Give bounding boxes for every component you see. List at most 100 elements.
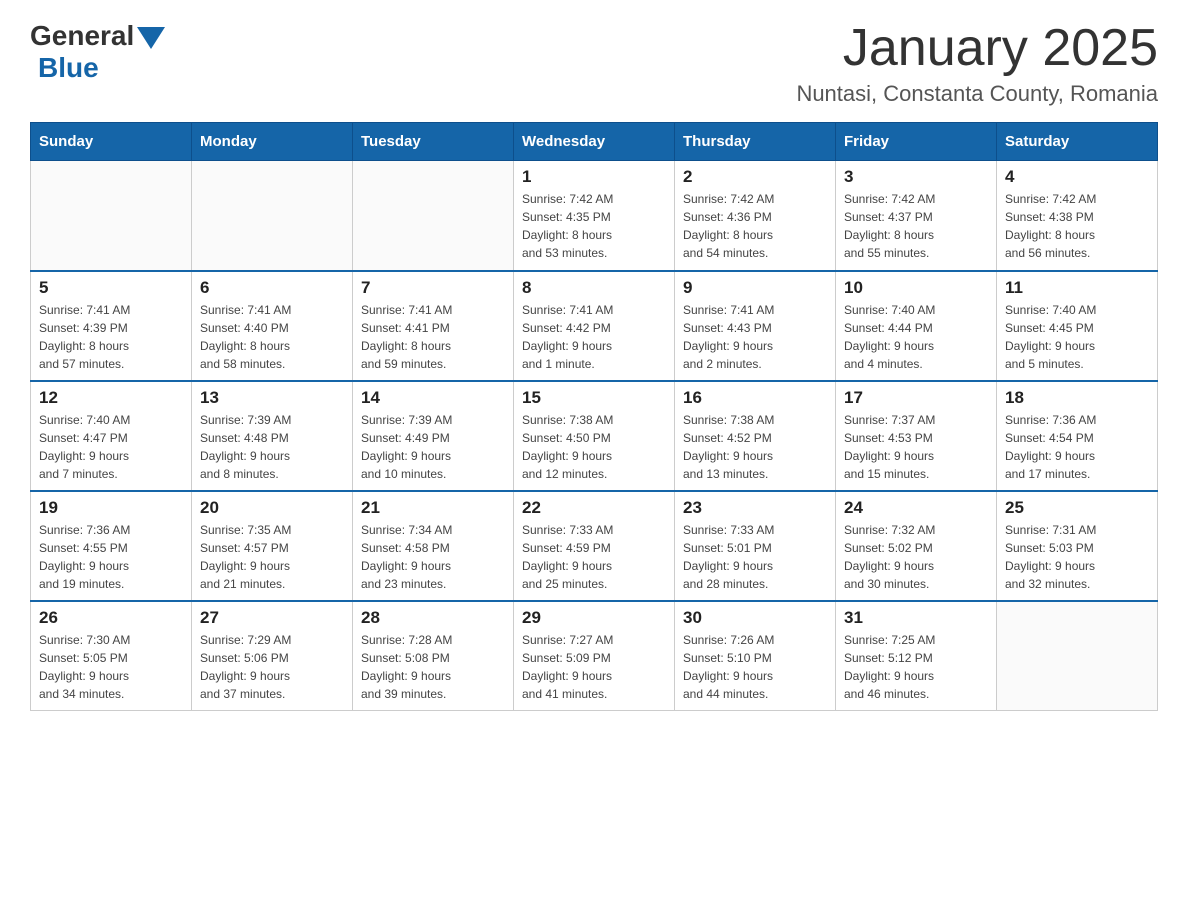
day-number: 31 <box>844 608 988 628</box>
day-number: 19 <box>39 498 183 518</box>
day-info: Sunrise: 7:33 AM Sunset: 4:59 PM Dayligh… <box>522 521 666 593</box>
calendar-cell: 13 Sunrise: 7:39 AM Sunset: 4:48 PM Dayli… <box>192 381 353 491</box>
day-info: Sunrise: 7:30 AM Sunset: 5:05 PM Dayligh… <box>39 631 183 703</box>
day-number: 24 <box>844 498 988 518</box>
logo: General Blue <box>30 20 165 84</box>
calendar-cell: 27 Sunrise: 7:29 AM Sunset: 5:06 PM Dayli… <box>192 601 353 711</box>
day-info: Sunrise: 7:39 AM Sunset: 4:48 PM Dayligh… <box>200 411 344 483</box>
day-info: Sunrise: 7:31 AM Sunset: 5:03 PM Dayligh… <box>1005 521 1149 593</box>
day-number: 10 <box>844 278 988 298</box>
title-section: January 2025 Nuntasi, Constanta County, … <box>796 20 1158 107</box>
day-number: 4 <box>1005 167 1149 187</box>
day-info: Sunrise: 7:42 AM Sunset: 4:36 PM Dayligh… <box>683 190 827 262</box>
day-number: 22 <box>522 498 666 518</box>
day-info: Sunrise: 7:36 AM Sunset: 4:55 PM Dayligh… <box>39 521 183 593</box>
logo-blue-part <box>134 23 165 49</box>
calendar-cell: 9 Sunrise: 7:41 AM Sunset: 4:43 PM Daylig… <box>675 271 836 381</box>
calendar-cell: 22 Sunrise: 7:33 AM Sunset: 4:59 PM Dayli… <box>514 491 675 601</box>
weekday-header-saturday: Saturday <box>997 123 1158 161</box>
weekday-header-friday: Friday <box>836 123 997 161</box>
calendar-cell: 12 Sunrise: 7:40 AM Sunset: 4:47 PM Dayli… <box>31 381 192 491</box>
day-info: Sunrise: 7:41 AM Sunset: 4:41 PM Dayligh… <box>361 301 505 373</box>
calendar-week-row: 26Sunrise: 7:30 AM Sunset: 5:05 PM Dayli… <box>31 601 1158 711</box>
calendar-cell: 31 Sunrise: 7:25 AM Sunset: 5:12 PM Dayli… <box>836 601 997 711</box>
calendar-cell: 20Sunrise: 7:35 AM Sunset: 4:57 PM Dayli… <box>192 491 353 601</box>
day-number: 27 <box>200 608 344 628</box>
calendar-cell: 6Sunrise: 7:41 AM Sunset: 4:40 PM Daylig… <box>192 271 353 381</box>
day-number: 1 <box>522 167 666 187</box>
calendar-week-row: 1 Sunrise: 7:42 AM Sunset: 4:35 PM Daylig… <box>31 161 1158 271</box>
day-info: Sunrise: 7:34 AM Sunset: 4:58 PM Dayligh… <box>361 521 505 593</box>
calendar-cell <box>192 161 353 271</box>
day-number: 18 <box>1005 388 1149 408</box>
day-number: 3 <box>844 167 988 187</box>
day-info: Sunrise: 7:41 AM Sunset: 4:43 PM Dayligh… <box>683 301 827 373</box>
calendar-cell: 17 Sunrise: 7:37 AM Sunset: 4:53 PM Dayli… <box>836 381 997 491</box>
day-info: Sunrise: 7:38 AM Sunset: 4:52 PM Dayligh… <box>683 411 827 483</box>
day-info: Sunrise: 7:40 AM Sunset: 4:47 PM Dayligh… <box>39 411 183 483</box>
weekday-header-wednesday: Wednesday <box>514 123 675 161</box>
weekday-header-tuesday: Tuesday <box>353 123 514 161</box>
day-number: 30 <box>683 608 827 628</box>
day-info: Sunrise: 7:29 AM Sunset: 5:06 PM Dayligh… <box>200 631 344 703</box>
day-number: 17 <box>844 388 988 408</box>
calendar-cell: 7Sunrise: 7:41 AM Sunset: 4:41 PM Daylig… <box>353 271 514 381</box>
calendar-cell: 8 Sunrise: 7:41 AM Sunset: 4:42 PM Daylig… <box>514 271 675 381</box>
weekday-header-sunday: Sunday <box>31 123 192 161</box>
calendar-cell: 21 Sunrise: 7:34 AM Sunset: 4:58 PM Dayli… <box>353 491 514 601</box>
calendar-cell: 5 Sunrise: 7:41 AM Sunset: 4:39 PM Daylig… <box>31 271 192 381</box>
calendar-cell: 18 Sunrise: 7:36 AM Sunset: 4:54 PM Dayli… <box>997 381 1158 491</box>
day-info: Sunrise: 7:26 AM Sunset: 5:10 PM Dayligh… <box>683 631 827 703</box>
day-info: Sunrise: 7:40 AM Sunset: 4:44 PM Dayligh… <box>844 301 988 373</box>
calendar-cell <box>31 161 192 271</box>
calendar-cell: 16 Sunrise: 7:38 AM Sunset: 4:52 PM Dayli… <box>675 381 836 491</box>
logo-triangle-icon <box>137 27 165 49</box>
calendar-cell: 14 Sunrise: 7:39 AM Sunset: 4:49 PM Dayli… <box>353 381 514 491</box>
calendar-cell: 28 Sunrise: 7:28 AM Sunset: 5:08 PM Dayli… <box>353 601 514 711</box>
day-number: 21 <box>361 498 505 518</box>
calendar-cell <box>997 601 1158 711</box>
calendar-cell: 3 Sunrise: 7:42 AM Sunset: 4:37 PM Daylig… <box>836 161 997 271</box>
day-info: Sunrise: 7:33 AM Sunset: 5:01 PM Dayligh… <box>683 521 827 593</box>
day-info: Sunrise: 7:40 AM Sunset: 4:45 PM Dayligh… <box>1005 301 1149 373</box>
day-number: 8 <box>522 278 666 298</box>
calendar-week-row: 12 Sunrise: 7:40 AM Sunset: 4:47 PM Dayli… <box>31 381 1158 491</box>
weekday-header-monday: Monday <box>192 123 353 161</box>
day-info: Sunrise: 7:35 AM Sunset: 4:57 PM Dayligh… <box>200 521 344 593</box>
logo-blue-text: Blue <box>38 52 99 83</box>
weekday-header-row: SundayMondayTuesdayWednesdayThursdayFrid… <box>31 123 1158 161</box>
calendar-cell: 23Sunrise: 7:33 AM Sunset: 5:01 PM Dayli… <box>675 491 836 601</box>
day-info: Sunrise: 7:27 AM Sunset: 5:09 PM Dayligh… <box>522 631 666 703</box>
day-number: 13 <box>200 388 344 408</box>
day-info: Sunrise: 7:42 AM Sunset: 4:37 PM Dayligh… <box>844 190 988 262</box>
day-info: Sunrise: 7:42 AM Sunset: 4:38 PM Dayligh… <box>1005 190 1149 262</box>
day-number: 28 <box>361 608 505 628</box>
day-number: 9 <box>683 278 827 298</box>
day-number: 12 <box>39 388 183 408</box>
day-info: Sunrise: 7:38 AM Sunset: 4:50 PM Dayligh… <box>522 411 666 483</box>
day-info: Sunrise: 7:28 AM Sunset: 5:08 PM Dayligh… <box>361 631 505 703</box>
day-info: Sunrise: 7:41 AM Sunset: 4:39 PM Dayligh… <box>39 301 183 373</box>
day-info: Sunrise: 7:25 AM Sunset: 5:12 PM Dayligh… <box>844 631 988 703</box>
day-info: Sunrise: 7:39 AM Sunset: 4:49 PM Dayligh… <box>361 411 505 483</box>
day-info: Sunrise: 7:41 AM Sunset: 4:42 PM Dayligh… <box>522 301 666 373</box>
calendar-cell: 29Sunrise: 7:27 AM Sunset: 5:09 PM Dayli… <box>514 601 675 711</box>
day-info: Sunrise: 7:37 AM Sunset: 4:53 PM Dayligh… <box>844 411 988 483</box>
calendar-cell <box>353 161 514 271</box>
calendar-cell: 4 Sunrise: 7:42 AM Sunset: 4:38 PM Daylig… <box>997 161 1158 271</box>
day-number: 2 <box>683 167 827 187</box>
calendar-cell: 15Sunrise: 7:38 AM Sunset: 4:50 PM Dayli… <box>514 381 675 491</box>
page-header: General Blue January 2025 Nuntasi, Const… <box>30 20 1158 107</box>
day-number: 14 <box>361 388 505 408</box>
location-title: Nuntasi, Constanta County, Romania <box>796 81 1158 107</box>
day-info: Sunrise: 7:42 AM Sunset: 4:35 PM Dayligh… <box>522 190 666 262</box>
day-info: Sunrise: 7:36 AM Sunset: 4:54 PM Dayligh… <box>1005 411 1149 483</box>
calendar-week-row: 5 Sunrise: 7:41 AM Sunset: 4:39 PM Daylig… <box>31 271 1158 381</box>
day-number: 5 <box>39 278 183 298</box>
day-number: 16 <box>683 388 827 408</box>
day-number: 11 <box>1005 278 1149 298</box>
calendar-cell: 2 Sunrise: 7:42 AM Sunset: 4:36 PM Daylig… <box>675 161 836 271</box>
calendar-cell: 30 Sunrise: 7:26 AM Sunset: 5:10 PM Dayli… <box>675 601 836 711</box>
calendar-cell: 19 Sunrise: 7:36 AM Sunset: 4:55 PM Dayli… <box>31 491 192 601</box>
logo-general-text: General <box>30 20 134 52</box>
